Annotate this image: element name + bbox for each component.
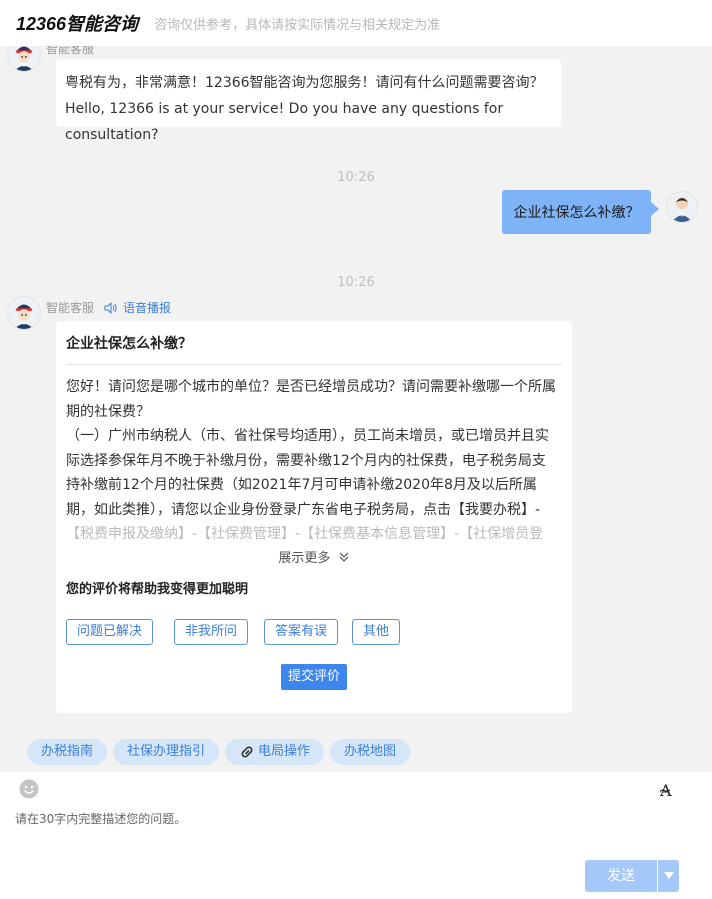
timestamp: 10:26: [337, 275, 375, 290]
greeting-bubble: 粤税有为，非常满意！12366智能咨询为您服务！请问有什么问题需要咨询？ Hel…: [56, 59, 561, 143]
user-avatar-icon: [667, 192, 697, 222]
send-button[interactable]: 发送: [585, 860, 657, 892]
answer-paragraph: 您好！请问您是哪个城市的单位？是否已经增员成功？请问需要补缴哪一个所属期的社保费…: [66, 379, 556, 420]
send-options-dropdown[interactable]: [657, 860, 679, 892]
question-input[interactable]: 请在30字内完整描述您的问题。: [15, 810, 186, 827]
quick-link-label: 办税指南: [41, 744, 94, 759]
app-title: 12366智能咨询: [16, 14, 139, 34]
send-button-group: 发送: [585, 860, 679, 892]
quick-link-label: 社保办理指引: [127, 744, 206, 759]
emoji-icon[interactable]: [19, 779, 39, 799]
rate-resolved-button[interactable]: 问题已解决: [66, 619, 154, 645]
answer-title: 企业社保怎么补缴？: [66, 336, 192, 352]
quick-link-label: 电局操作: [258, 744, 311, 759]
voice-broadcast-button[interactable]: 语音播报: [104, 299, 171, 316]
user-message-text: 企业社保怎么补缴？: [513, 205, 640, 221]
voice-broadcast-label: 语音播报: [123, 301, 172, 315]
header: 12366智能咨询 咨询仅供参考，具体请按实际情况与相关规定为准: [0, 0, 712, 46]
user-avatar: [666, 191, 698, 223]
quick-link-tax-map[interactable]: 办税地图: [330, 739, 411, 765]
double-chevron-down-icon: [339, 552, 349, 562]
link-icon: [241, 746, 253, 758]
submit-rating-button[interactable]: 提交评价: [281, 664, 347, 690]
bot-name-label: 智能客服: [46, 301, 95, 315]
chat-area[interactable]: 智能客服 粤税有为，非常满意！12366智能咨询为您服务！请问有什么问题需要咨询…: [0, 46, 712, 772]
bot-name-label: 智能客服: [46, 46, 95, 56]
disclaimer-text: 咨询仅供参考，具体请按实际情况与相关规定为准: [154, 17, 441, 33]
show-more-button[interactable]: 展示更多: [56, 547, 572, 566]
quick-link-social-security-guide[interactable]: 社保办理指引: [113, 739, 220, 765]
user-message-bubble: 企业社保怎么补缴？: [502, 190, 659, 234]
rate-wrong-answer-button[interactable]: 答案有误: [264, 619, 339, 645]
quick-link-e-tax-operation[interactable]: 电局操作: [225, 739, 325, 765]
greeting-line-english: Hello, 12366 is at your service! Do you …: [65, 101, 504, 143]
answer-paragraph: （一）广州市纳税人（市、省社保号均适用），员工尚未增员，或已增员并且实际选择参保…: [66, 428, 549, 518]
bot-avatar-icon: [8, 297, 40, 329]
quick-link-tax-guide[interactable]: 办税指南: [27, 739, 108, 765]
answer-bubble: 企业社保怎么补缴？ 您好！请问您是哪个城市的单位？是否已经增员成功？请问需要补缴…: [56, 321, 572, 713]
answer-divider: [66, 364, 562, 365]
greeting-line-chinese: 粤税有为，非常满意！12366智能咨询为您服务！请问有什么问题需要咨询？: [65, 75, 544, 91]
input-area: A̴ 请在30字内完整描述您的问题。 发送: [0, 772, 712, 899]
bot-avatar: [7, 46, 41, 72]
answer-body: 您好！请问您是哪个城市的单位？是否已经增员成功？请问需要补缴哪一个所属期的社保费…: [66, 375, 558, 547]
timestamp: 10:26: [337, 170, 375, 185]
rating-heading: 您的评价将帮助我变得更加聪明: [66, 582, 249, 597]
rating-options: 问题已解决 非我所问 答案有误 其他: [66, 619, 415, 645]
font-size-icon[interactable]: A̴: [660, 781, 672, 800]
answer-paragraph-faded: 【税费申报及缴纳】-【社保费管理】-【社保费基本信息管理】-【社保增员登: [66, 526, 544, 542]
quick-link-label: 办税地图: [344, 744, 397, 759]
rate-not-asked-button[interactable]: 非我所问: [174, 619, 249, 645]
rate-other-button[interactable]: 其他: [352, 619, 401, 645]
bot-avatar-icon: [8, 46, 40, 71]
quick-links: 办税指南 社保办理指引 电局操作 办税地图: [27, 739, 416, 765]
bot-avatar: [7, 296, 41, 330]
show-more-label: 展示更多: [278, 551, 331, 566]
chevron-down-icon: [663, 872, 674, 879]
speaker-icon: [104, 301, 117, 314]
